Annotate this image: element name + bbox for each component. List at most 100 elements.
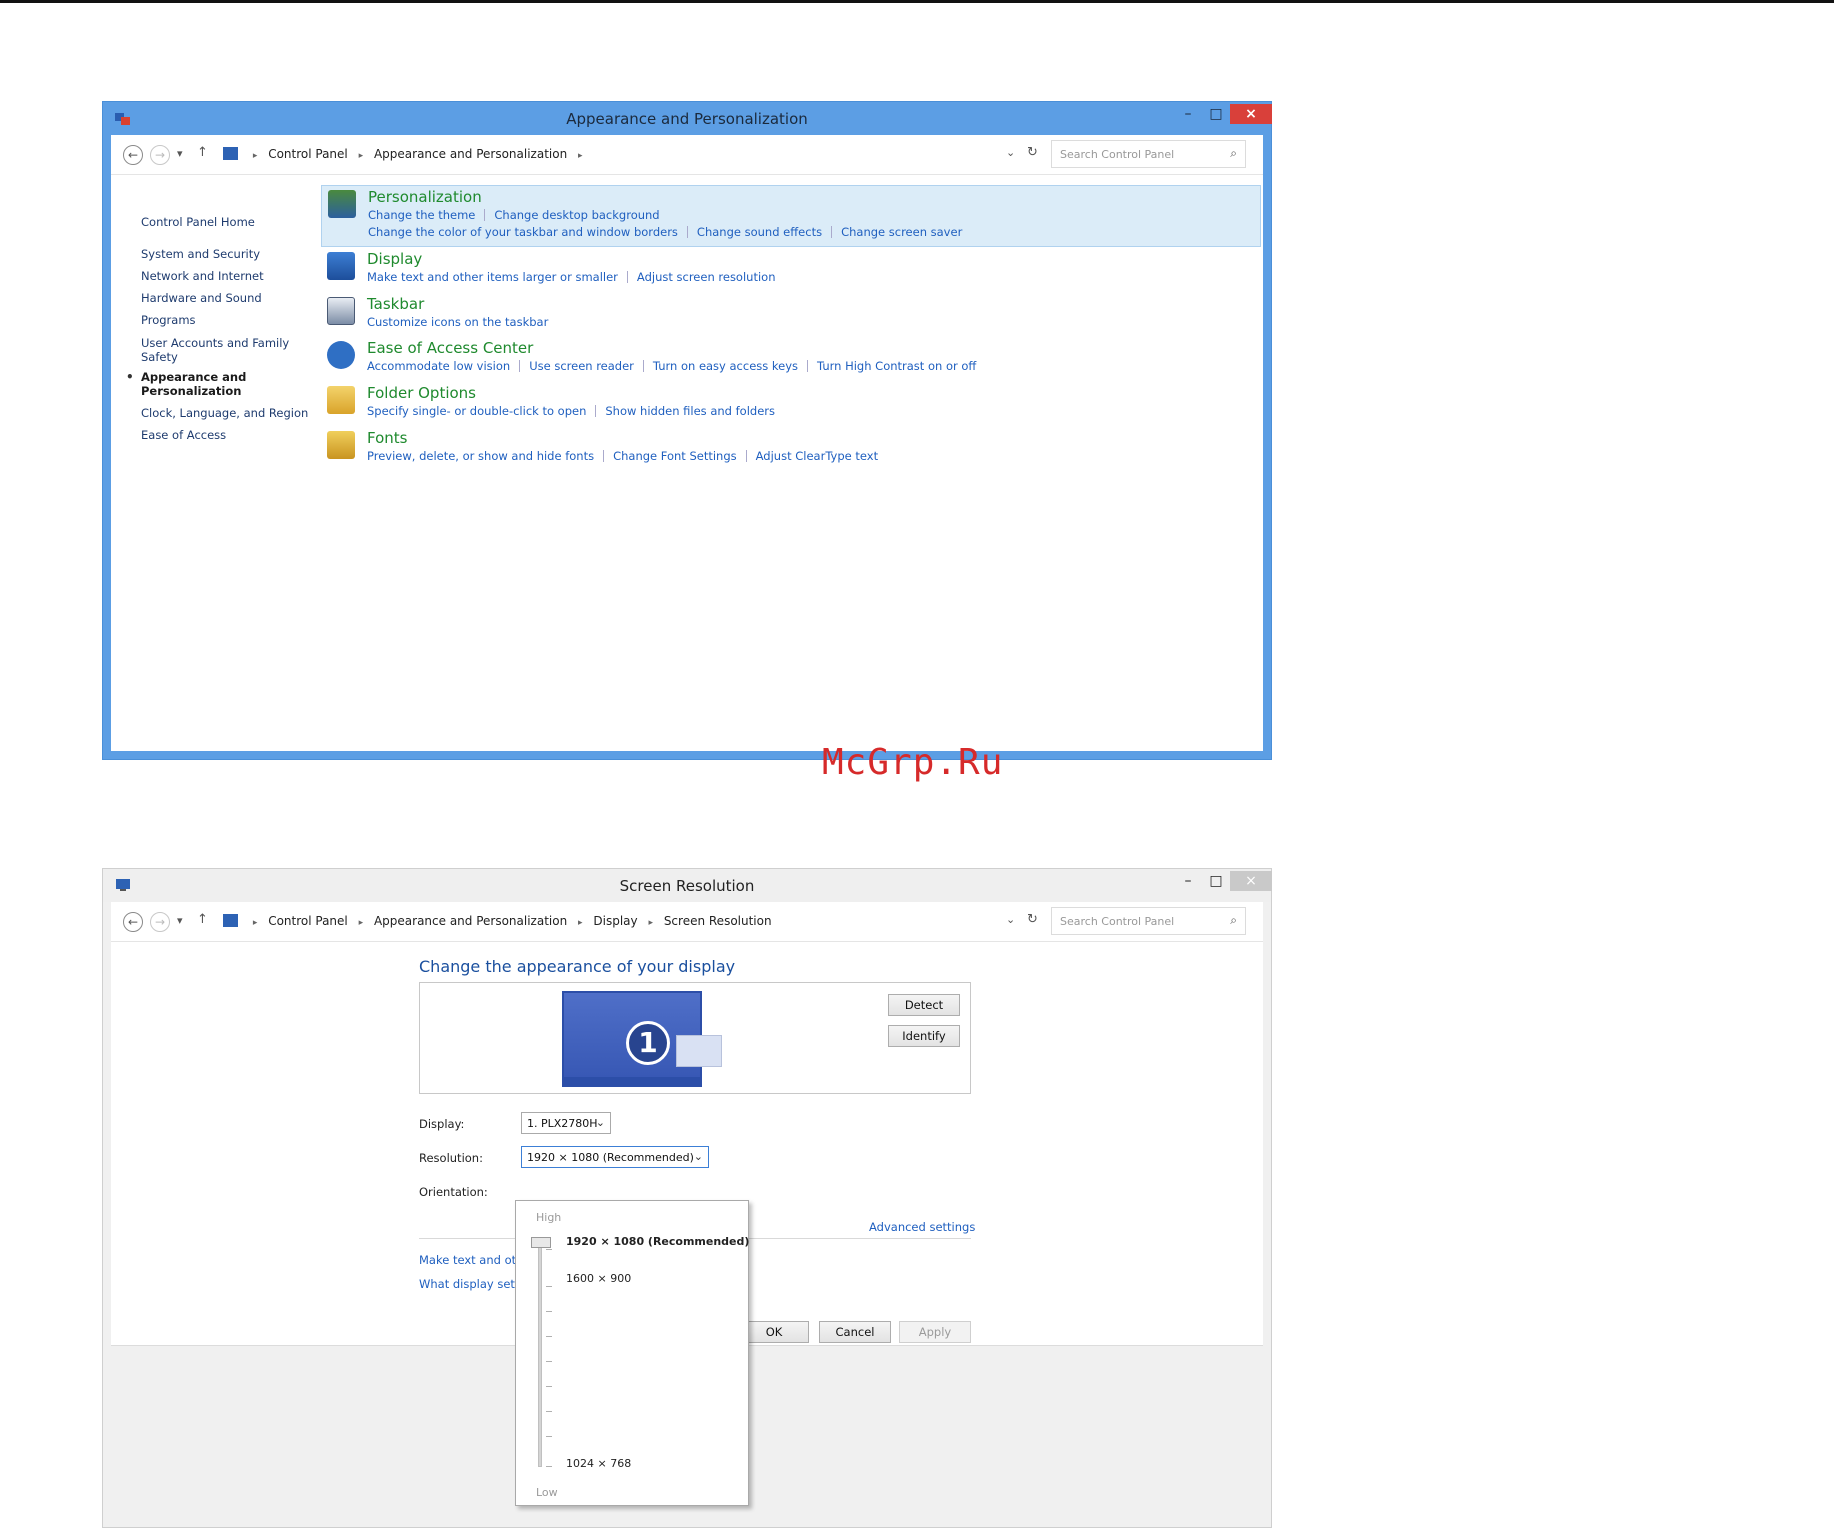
category-title[interactable]: Personalization <box>368 188 482 206</box>
link-screen-resolution[interactable]: Adjust screen resolution <box>637 270 776 284</box>
search-input[interactable]: Search Control Panel ⌕ <box>1051 140 1246 168</box>
taskbar-icon <box>327 297 355 325</box>
breadcrumb-item[interactable]: Control Panel <box>268 914 348 928</box>
resolution-option[interactable]: 1920 × 1080 (Recommended) <box>566 1235 749 1248</box>
search-placeholder: Search Control Panel <box>1060 148 1175 161</box>
sidebar-item-hardware[interactable]: Hardware and Sound <box>141 291 262 305</box>
display-label: Display: <box>419 1117 465 1131</box>
link-low-vision[interactable]: Accommodate low vision <box>367 359 510 373</box>
back-arrow-icon[interactable]: ← <box>123 912 143 932</box>
detect-button[interactable]: Detect <box>888 994 960 1016</box>
slider-tick <box>546 1286 552 1287</box>
breadcrumb-item[interactable]: Appearance and Personalization <box>374 914 567 928</box>
search-placeholder: Search Control Panel <box>1060 915 1175 928</box>
chevron-down-icon: ⌄ <box>595 1116 605 1129</box>
link-change-screensaver[interactable]: Change screen saver <box>841 225 962 239</box>
up-arrow-icon[interactable]: ↑ <box>197 145 208 160</box>
recent-locations-icon[interactable]: ▾ <box>177 147 183 160</box>
resolution-select[interactable]: 1920 × 1080 (Recommended) ⌄ <box>521 1146 709 1168</box>
forward-arrow-icon[interactable]: → <box>150 145 170 165</box>
close-icon[interactable]: × <box>1230 104 1272 124</box>
ease-of-access-icon <box>327 341 355 369</box>
search-icon[interactable]: ⌕ <box>1230 913 1237 928</box>
window-title: Screen Resolution <box>619 877 755 895</box>
minimize-icon[interactable]: – <box>1175 871 1201 891</box>
category-title[interactable]: Display <box>367 250 422 268</box>
breadcrumb-item[interactable]: Screen Resolution <box>664 914 772 928</box>
link-cleartype[interactable]: Adjust ClearType text <box>756 449 878 463</box>
refresh-icon[interactable]: ↻ <box>1027 145 1038 160</box>
category-folder-options: Folder Options Specify single- or double… <box>321 382 1261 424</box>
link-change-theme[interactable]: Change the theme <box>368 208 475 222</box>
maximize-icon[interactable]: □ <box>1203 104 1229 124</box>
link-text-size[interactable]: Make text and other items larger or smal… <box>367 270 618 284</box>
address-dropdown-icon[interactable]: ⌄ <box>1006 146 1015 159</box>
minimize-icon[interactable]: – <box>1175 104 1201 124</box>
breadcrumb-item[interactable]: Display <box>593 914 637 928</box>
breadcrumb[interactable]: ▸ Control Panel ▸ Appearance and Persona… <box>223 914 772 928</box>
appearance-personalization-window: Appearance and Personalization – □ × ← →… <box>102 101 1272 760</box>
resolution-option[interactable]: 1024 × 768 <box>566 1457 631 1470</box>
cancel-button[interactable]: Cancel <box>819 1321 891 1343</box>
search-icon[interactable]: ⌕ <box>1230 146 1237 161</box>
link-hidden-files[interactable]: Show hidden files and folders <box>605 404 775 418</box>
resolution-option[interactable]: 1600 × 900 <box>566 1272 631 1285</box>
chevron-down-icon: ⌄ <box>693 1150 703 1163</box>
link-screen-reader[interactable]: Use screen reader <box>529 359 634 373</box>
folder-options-icon <box>327 386 355 414</box>
category-links: Make text and other items larger or smal… <box>367 270 776 284</box>
sidebar-item-ease-of-access[interactable]: Ease of Access <box>141 428 226 442</box>
breadcrumb-item[interactable]: Appearance and Personalization <box>374 147 567 161</box>
sidebar-item-programs[interactable]: Programs <box>141 313 196 327</box>
recent-locations-icon[interactable]: ▾ <box>177 914 183 927</box>
link-easy-access-keys[interactable]: Turn on easy access keys <box>653 359 798 373</box>
link-change-color[interactable]: Change the color of your taskbar and win… <box>368 225 678 239</box>
maximize-icon[interactable]: □ <box>1203 871 1229 891</box>
address-dropdown-icon[interactable]: ⌄ <box>1006 913 1015 926</box>
breadcrumb[interactable]: ▸ Control Panel ▸ Appearance and Persona… <box>223 147 590 161</box>
title-bar[interactable]: Screen Resolution – □ × <box>103 869 1272 902</box>
category-title[interactable]: Taskbar <box>367 295 424 313</box>
breadcrumb-item[interactable]: Control Panel <box>268 147 348 161</box>
link-change-sound[interactable]: Change sound effects <box>697 225 822 239</box>
resolution-slider-thumb[interactable] <box>531 1237 551 1248</box>
display-select[interactable]: 1. PLX2780H ⌄ <box>521 1112 611 1134</box>
link-customize-icons[interactable]: Customize icons on the taskbar <box>367 315 548 329</box>
back-arrow-icon[interactable]: ← <box>123 145 143 165</box>
category-links: Change the theme Change desktop backgroun… <box>368 208 660 222</box>
category-title[interactable]: Fonts <box>367 429 407 447</box>
monitor-1-tile[interactable]: 1 <box>562 991 722 1087</box>
category-links: Customize icons on the taskbar <box>367 315 548 329</box>
refresh-icon[interactable]: ↻ <box>1027 912 1038 927</box>
up-arrow-icon[interactable]: ↑ <box>197 912 208 927</box>
category-title[interactable]: Ease of Access Center <box>367 339 533 357</box>
category-title[interactable]: Folder Options <box>367 384 476 402</box>
ok-button[interactable]: OK <box>739 1321 809 1343</box>
sidebar-item-home[interactable]: Control Panel Home <box>141 215 255 229</box>
sidebar-item-user-accounts-line2[interactable]: Safety <box>141 350 178 364</box>
close-icon[interactable]: × <box>1230 871 1272 891</box>
monitor-grid-icon <box>676 1035 722 1067</box>
slider-tick <box>546 1361 552 1362</box>
search-input[interactable]: Search Control Panel ⌕ <box>1051 907 1246 935</box>
link-change-background[interactable]: Change desktop background <box>494 208 659 222</box>
link-high-contrast[interactable]: Turn High Contrast on or off <box>817 359 976 373</box>
forward-arrow-icon[interactable]: → <box>150 912 170 932</box>
identify-button[interactable]: Identify <box>888 1025 960 1047</box>
sidebar-item-appearance[interactable]: • Appearance and <box>126 370 246 384</box>
apply-button[interactable]: Apply <box>899 1321 971 1343</box>
link-preview-fonts[interactable]: Preview, delete, or show and hide fonts <box>367 449 594 463</box>
watermark: McGrp.Ru <box>822 742 1004 783</box>
sidebar-item-system-security[interactable]: System and Security <box>141 247 260 261</box>
resolution-slider-track[interactable] <box>538 1241 542 1467</box>
sidebar-item-network[interactable]: Network and Internet <box>141 269 264 283</box>
sidebar-item-clock-language[interactable]: Clock, Language, and Region <box>141 406 308 420</box>
advanced-settings-link[interactable]: Advanced settings <box>869 1220 975 1234</box>
link-single-double-click[interactable]: Specify single- or double-click to open <box>367 404 586 418</box>
title-bar[interactable]: Appearance and Personalization – □ × <box>103 102 1272 135</box>
category-personalization[interactable]: Personalization Change the theme Change d… <box>321 185 1261 247</box>
link-font-settings[interactable]: Change Font Settings <box>613 449 737 463</box>
sidebar-item-appearance-line2[interactable]: Personalization <box>141 384 241 398</box>
display-icon <box>327 252 355 280</box>
sidebar-item-user-accounts[interactable]: User Accounts and Family <box>141 336 289 350</box>
